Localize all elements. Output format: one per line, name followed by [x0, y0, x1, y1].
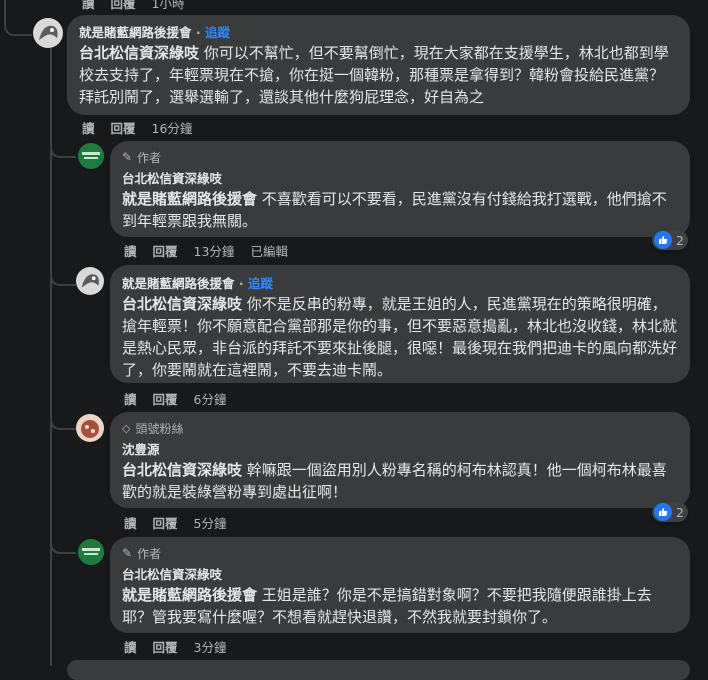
comment-author[interactable]: 台北松信資深綠吱	[122, 168, 678, 187]
timestamp: 3分鐘	[193, 640, 227, 655]
read-link[interactable]: 讀	[82, 0, 95, 12]
avatar[interactable]	[78, 539, 104, 565]
read-link[interactable]: 讀	[124, 241, 137, 260]
comment-actions: 讀 回覆 5分鐘	[124, 513, 226, 532]
read-link[interactable]: 讀	[124, 513, 137, 532]
comment-text: 台北松信資深綠吱 幹嘛跟一個盜用別人粉專名稱的柯布林認真！他一個柯布林最喜歡的就…	[122, 459, 678, 503]
comment-text: 台北松信資深綠吱 你不是反串的粉專，就是王姐的人，民進黨現在的策略很明確，搶年輕…	[122, 293, 678, 381]
badge-label: 作者	[137, 150, 162, 165]
comment-text: 台北松信資深綠吱 你可以不幫忙，但不要幫倒忙，現在大家都在支援學生，林北也都到學…	[79, 42, 678, 108]
reply-link[interactable]: 回覆	[153, 241, 178, 260]
reaction-number: 2	[676, 504, 684, 520]
timestamp: 5分鐘	[193, 516, 227, 531]
avatar[interactable]	[76, 414, 104, 442]
comment-author[interactable]: 沈豊源	[122, 439, 678, 458]
mention[interactable]: 台北松信資深綠吱	[122, 461, 242, 479]
timestamp: 6分鐘	[193, 392, 227, 407]
comment-actions: 讀 回覆 3分鐘	[124, 637, 226, 656]
follow-link[interactable]: 追蹤	[248, 276, 273, 291]
reply-link[interactable]: 回覆	[111, 118, 136, 137]
read-link[interactable]: 讀	[124, 389, 137, 408]
author-badge: ✎ 作者	[122, 545, 678, 561]
reply-link[interactable]: 回覆	[153, 513, 178, 532]
avatar[interactable]	[78, 143, 104, 169]
like-icon	[654, 503, 672, 521]
top-actions: 讀 回覆 1小時	[82, 0, 184, 12]
reaction-count[interactable]: 2	[652, 230, 688, 250]
comment-text: 就是賭藍網路後援會 王姐是誰？你是不是搞錯對象啊？不要把我隨便跟誰掛上去耶？管我…	[122, 584, 678, 628]
mention[interactable]: 就是賭藍網路後援會	[122, 586, 257, 604]
badge-label: 作者	[137, 546, 162, 561]
timestamp: 1小時	[151, 0, 185, 11]
read-link[interactable]: 讀	[124, 637, 137, 656]
fan-badge: ◇ 頭號粉絲	[122, 420, 678, 436]
reaction-number: 2	[676, 232, 684, 248]
comment-bubble: 就是賭藍網路後援會 · 追蹤 台北松信資深綠吱 你可以不幫忙，但不要幫倒忙，現在…	[67, 15, 690, 115]
pencil-icon: ✎	[122, 546, 133, 560]
comment-bubble: ◇ 頭號粉絲 沈豊源 台北松信資深綠吱 幹嘛跟一個盜用別人粉專名稱的柯布林認真！…	[110, 412, 690, 508]
comment-actions: 讀 回覆 16分鐘	[82, 118, 192, 137]
diamond-icon: ◇	[122, 421, 131, 435]
reply-link[interactable]: 回覆	[111, 0, 136, 12]
like-icon	[654, 231, 672, 249]
badge-label: 頭號粉絲	[135, 421, 184, 436]
comment-author[interactable]: 就是賭藍網路後援會	[122, 276, 235, 291]
comment-author[interactable]: 就是賭藍網路後援會	[79, 25, 192, 40]
comment-text: 就是賭藍網路後援會 不喜歡看可以不要看，民進黨沒有付錢給我打選戰，他們搶不到年輕…	[122, 188, 678, 232]
mention[interactable]: 台北松信資深綠吱	[79, 44, 199, 62]
comment-actions: 讀 回覆 13分鐘 已編輯	[124, 241, 288, 260]
reply-link[interactable]: 回覆	[153, 389, 178, 408]
reply-link[interactable]: 回覆	[153, 637, 178, 656]
reaction-count[interactable]: 2	[652, 502, 688, 522]
mention[interactable]: 就是賭藍網路後援會	[122, 190, 257, 208]
timestamp: 13分鐘	[193, 244, 235, 259]
comment-bubble: 就是賭藍網路後援會 · 追蹤 台北松信資深綠吱 你不是反串的粉專，就是王姐的人，…	[110, 265, 690, 383]
comment-actions: 讀 回覆 6分鐘	[124, 389, 226, 408]
avatar[interactable]	[76, 267, 104, 295]
mention[interactable]: 台北松信資深綠吱	[122, 295, 242, 313]
comment-bubble: ✎ 作者 台北松信資深綠吱 就是賭藍網路後援會 不喜歡看可以不要看，民進黨沒有付…	[110, 141, 690, 237]
timestamp: 16分鐘	[151, 121, 193, 136]
comment-bubble: ✎ 作者 台北松信資深綠吱 就是賭藍網路後援會 王姐是誰？你是不是搞錯對象啊？不…	[110, 537, 690, 633]
comment-bubble-partial	[67, 660, 690, 680]
follow-link[interactable]: 追蹤	[205, 25, 230, 40]
author-badge: ✎ 作者	[122, 149, 678, 165]
comment-author[interactable]: 台北松信資深綠吱	[122, 564, 678, 583]
avatar[interactable]	[33, 18, 63, 48]
edited-label[interactable]: 已編輯	[250, 241, 288, 260]
pencil-icon: ✎	[122, 150, 133, 164]
read-link[interactable]: 讀	[82, 118, 95, 137]
